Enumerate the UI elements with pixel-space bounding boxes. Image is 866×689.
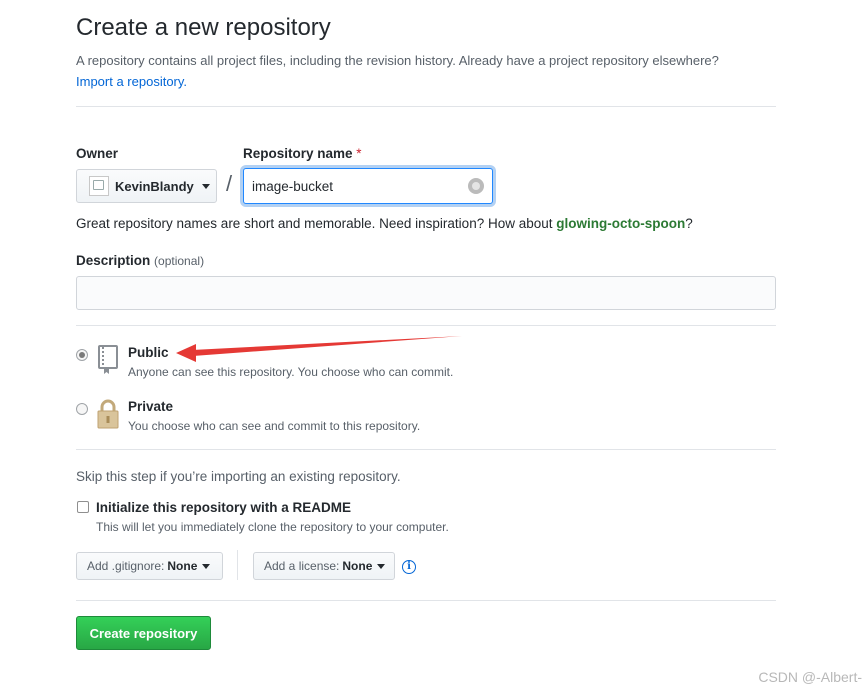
public-description: Anyone can see this repository. You choo… bbox=[128, 365, 454, 379]
subtitle-text: A repository contains all project files,… bbox=[76, 53, 719, 68]
page-title: Create a new repository bbox=[76, 14, 331, 41]
description-label: Description (optional) bbox=[76, 253, 204, 268]
page-subtitle: A repository contains all project files,… bbox=[76, 50, 786, 92]
gitignore-value: None bbox=[167, 559, 198, 573]
skip-step-text: Skip this step if you’re importing an ex… bbox=[76, 469, 401, 484]
license-label: Add a license: bbox=[264, 559, 340, 573]
optional-tag: (optional) bbox=[154, 254, 205, 268]
private-description: You choose who can see and commit to thi… bbox=[128, 419, 421, 433]
repo-book-icon bbox=[98, 345, 118, 374]
import-repository-link[interactable]: Import a repository. bbox=[76, 74, 187, 89]
owner-repo-separator: / bbox=[226, 171, 233, 196]
owner-label: Owner bbox=[76, 146, 119, 161]
divider bbox=[76, 325, 776, 326]
public-radio[interactable] bbox=[76, 349, 88, 361]
name-hint-end: ? bbox=[685, 216, 693, 231]
chevron-down-icon bbox=[201, 183, 210, 189]
avatar bbox=[89, 176, 109, 196]
divider bbox=[76, 106, 776, 107]
readme-checkbox[interactable] bbox=[77, 501, 89, 513]
repo-name-label-text: Repository name bbox=[243, 146, 353, 161]
autofill-icon[interactable] bbox=[468, 178, 484, 194]
owner-dropdown[interactable]: KevinBlandy bbox=[76, 169, 217, 203]
name-suggestion-link[interactable]: glowing-octo-spoon bbox=[556, 216, 685, 231]
owner-name: KevinBlandy bbox=[115, 178, 194, 194]
public-label: Public bbox=[128, 345, 169, 360]
description-input[interactable] bbox=[76, 276, 776, 310]
readme-label[interactable]: Initialize this repository with a README bbox=[96, 500, 351, 515]
repo-name-label: Repository name * bbox=[243, 146, 362, 161]
name-hint: Great repository names are short and mem… bbox=[76, 216, 693, 231]
info-icon[interactable]: i bbox=[402, 560, 416, 574]
repository-name-input[interactable] bbox=[243, 168, 493, 204]
gitignore-label: Add .gitignore: bbox=[87, 559, 165, 573]
private-radio[interactable] bbox=[76, 403, 88, 415]
license-value: None bbox=[342, 559, 373, 573]
private-label: Private bbox=[128, 399, 174, 414]
description-label-text: Description bbox=[76, 253, 151, 268]
chevron-down-icon bbox=[377, 563, 386, 569]
license-dropdown[interactable]: Add a license: None bbox=[253, 552, 395, 580]
divider bbox=[76, 449, 776, 450]
create-repository-button[interactable]: Create repository bbox=[76, 616, 211, 650]
gitignore-dropdown[interactable]: Add .gitignore: None bbox=[76, 552, 223, 580]
vertical-divider bbox=[237, 550, 238, 580]
name-hint-text: Great repository names are short and mem… bbox=[76, 216, 553, 231]
chevron-down-icon bbox=[202, 563, 211, 569]
divider bbox=[76, 600, 776, 601]
lock-icon bbox=[97, 399, 119, 429]
watermark: CSDN @-Albert- bbox=[758, 669, 862, 685]
readme-description: This will let you immediately clone the … bbox=[96, 520, 449, 534]
required-mark: * bbox=[356, 146, 362, 161]
